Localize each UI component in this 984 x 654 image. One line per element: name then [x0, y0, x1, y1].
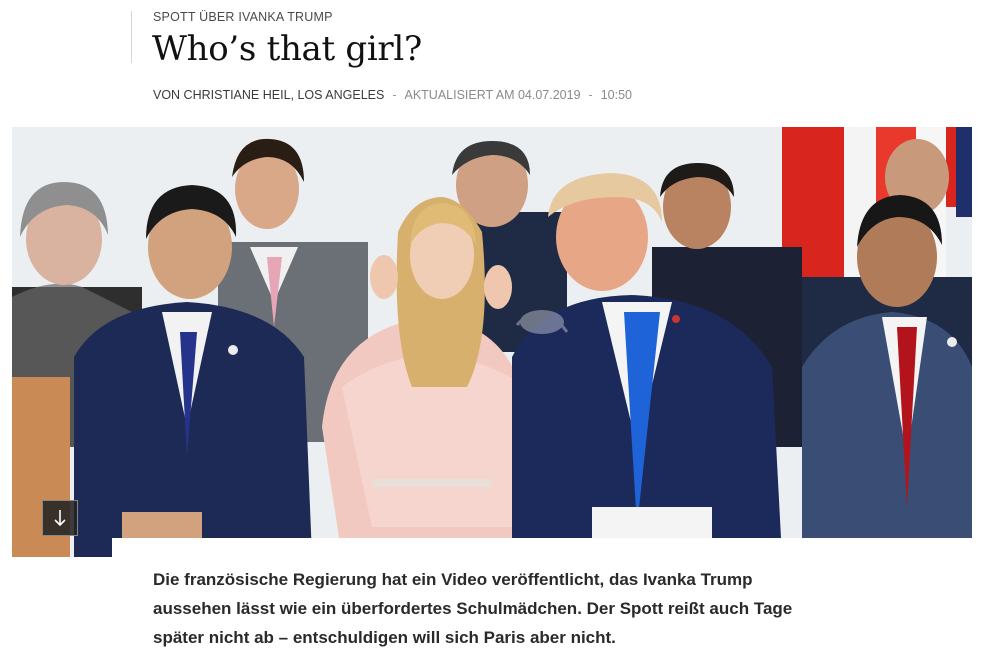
byline-author[interactable]: VON CHRISTIANE HEIL, LOS ANGELES — [153, 88, 384, 102]
article-headline: Who’s that girl? — [152, 29, 422, 69]
scroll-down-arrow-icon — [54, 510, 66, 527]
header-divider — [131, 11, 132, 63]
article-lead: Die französische Regierung hat ein Video… — [153, 570, 793, 647]
byline-time: 10:50 — [600, 88, 632, 102]
article-kicker: SPOTT ÜBER IVANKA TRUMP — [153, 10, 333, 24]
article-byline: VON CHRISTIANE HEIL, LOS ANGELES - AKTUALI… — [153, 88, 632, 102]
byline-updated: AKTUALISIERT AM 04.07.2019 — [404, 88, 581, 102]
hero-photo[interactable] — [12, 127, 972, 557]
byline-separator: - — [392, 88, 397, 102]
byline-separator: - — [588, 88, 593, 102]
scroll-down-button[interactable] — [42, 500, 78, 536]
hero-photo-illustration — [12, 127, 972, 557]
